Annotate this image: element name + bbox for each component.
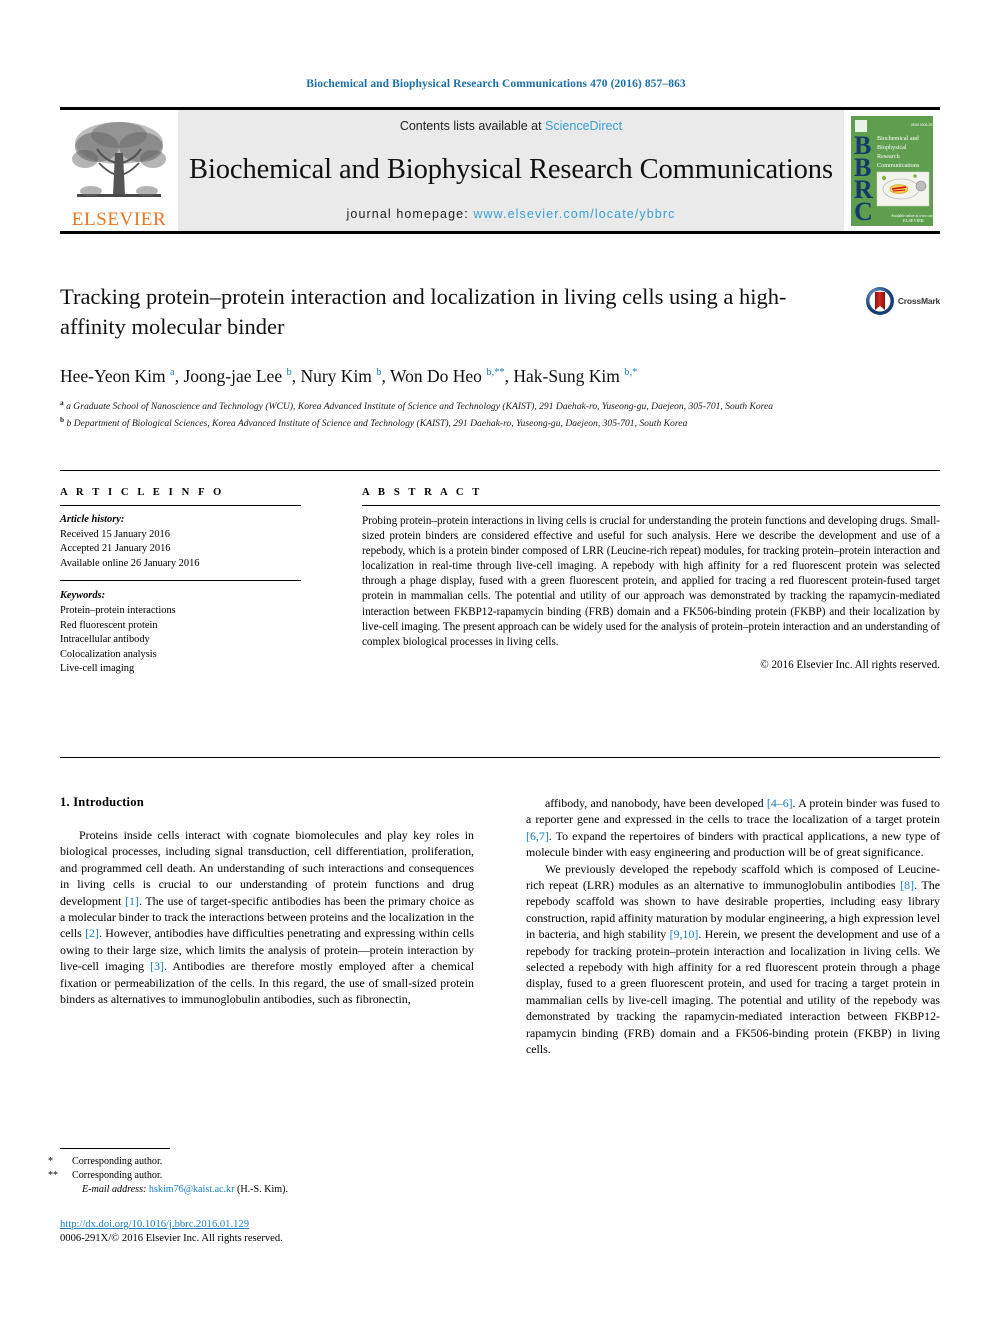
- crossmark-label: CrossMark: [897, 296, 940, 306]
- issn-copyright-line: 0006-291X/© 2016 Elsevier Inc. All right…: [60, 1233, 283, 1244]
- contents-prefix: Contents lists available at: [399, 119, 546, 133]
- body-column-left: 1. Introduction Proteins inside cells in…: [60, 795, 474, 1058]
- crossmark-icon: [865, 287, 894, 315]
- intro-paragraph-3: We previously developed the repebody sca…: [526, 861, 941, 1057]
- affiliation-b-text: b Department of Biological Sciences, Kor…: [66, 418, 688, 430]
- footnote-email-line: E-mail address: hskim76@kaist.ac.kr (H.-…: [60, 1183, 474, 1197]
- article-info-rule-mid: [60, 580, 301, 582]
- svg-text:C: C: [854, 197, 873, 226]
- abstract-column: A B S T R A C T Probing protein–protein …: [332, 487, 940, 677]
- article-history-label: Article history:: [60, 514, 125, 525]
- contents-available-line: Contents lists available at ScienceDirec…: [400, 119, 622, 133]
- title-block: Tracking protein–protein interaction and…: [60, 282, 940, 431]
- info-abstract-section: A R T I C L E I N F O Article history: R…: [60, 487, 940, 677]
- paper-page: Biochemical and Biophysical Research Com…: [0, 0, 992, 1323]
- svg-text:Biophysical: Biophysical: [877, 144, 907, 151]
- svg-text:Biochemical and: Biochemical and: [877, 135, 920, 142]
- doi-link[interactable]: http://dx.doi.org/10.1016/j.bbrc.2016.01…: [60, 1218, 474, 1232]
- journal-homepage-line: journal homepage: www.elsevier.com/locat…: [347, 207, 676, 221]
- author-list: Hee-Yeon Kim a, Joong-jae Lee b, Nury Ki…: [60, 365, 638, 386]
- abstract-heading: A B S T R A C T: [362, 487, 483, 498]
- history-received: Received 15 January 2016: [60, 528, 170, 540]
- keyword-item: Protein–protein interactions: [60, 604, 176, 616]
- svg-text:ELSEVIER: ELSEVIER: [903, 218, 924, 223]
- crossmark-badge[interactable]: CrossMark: [865, 286, 940, 316]
- journal-homepage-link[interactable]: www.elsevier.com/locate/ybbrc: [473, 207, 675, 221]
- abstract-copyright: © 2016 Elsevier Inc. All rights reserved…: [760, 658, 940, 671]
- keyword-item: Intracellular antibody: [60, 634, 150, 646]
- svg-text:Communications: Communications: [877, 162, 920, 169]
- email-owner: (H.-S. Kim).: [237, 1184, 289, 1196]
- article-info-rule-top: [60, 505, 301, 506]
- rule-under-authors: [60, 470, 940, 471]
- footnote-block: * Corresponding author. ** Corresponding a…: [48, 1148, 474, 1198]
- email-link[interactable]: hskim76@kaist.ac.kr: [149, 1184, 235, 1195]
- rule-below-abstract: [60, 757, 940, 758]
- body-columns: 1. Introduction Proteins inside cells in…: [60, 795, 940, 1058]
- journal-masthead: ELSEVIER Contents lists available at Sci…: [60, 107, 940, 234]
- journal-cover-thumbnail: ISSN 0006-291X B B R C Biochemical and B…: [844, 110, 940, 231]
- footnote-rule: [60, 1148, 170, 1149]
- elsevier-tree-icon: [72, 122, 166, 197]
- running-head: Biochemical and Biophysical Research Com…: [306, 78, 686, 90]
- intro-paragraph-2: affibody, and nanobody, have been develo…: [526, 796, 940, 860]
- affiliation-list: a a Graduate School of Nanoscience and T…: [60, 396, 922, 431]
- bbrc-cover-icon: ISSN 0006-291X B B R C Biochemical and B…: [851, 115, 933, 226]
- history-available-online: Available online 26 January 2016: [60, 557, 200, 569]
- email-address-label: E-mail address:: [82, 1184, 147, 1196]
- elsevier-wordmark: ELSEVIER: [71, 209, 167, 230]
- svg-text:ISSN 0006-291X: ISSN 0006-291X: [911, 123, 933, 127]
- masthead-bottom-rule: [60, 231, 940, 234]
- homepage-prefix: journal homepage:: [346, 207, 474, 221]
- intro-paragraph-1: Proteins inside cells interact with cogn…: [60, 828, 474, 1007]
- masthead-center: Contents lists available at ScienceDirec…: [178, 110, 844, 231]
- sciencedirect-link[interactable]: ScienceDirect: [545, 119, 622, 133]
- doi-block: http://dx.doi.org/10.1016/j.bbrc.2016.01…: [60, 1218, 474, 1246]
- body-column-right: affibody, and nanobody, have been develo…: [526, 795, 940, 1058]
- footnote-corresponding-1-text: Corresponding author.: [72, 1156, 163, 1167]
- keyword-item: Live-cell imaging: [60, 663, 135, 675]
- footnote-corresponding-2-text: Corresponding author.: [72, 1170, 163, 1182]
- footnote-marker-double-star: **: [48, 1170, 59, 1182]
- page-title: Tracking protein–protein interaction and…: [60, 284, 787, 339]
- footnote-corresponding-1: * Corresponding author.: [48, 1155, 474, 1169]
- footnote-corresponding-2: ** Corresponding author.: [48, 1169, 474, 1183]
- article-info-heading: A R T I C L E I N F O: [60, 487, 225, 498]
- history-accepted: Accepted 21 January 2016: [60, 543, 171, 555]
- affiliation-a: a a Graduate School of Nanoscience and T…: [60, 397, 774, 413]
- svg-text:Research: Research: [877, 153, 901, 160]
- keywords-label: Keywords:: [60, 590, 106, 602]
- affiliation-a-text: a Graduate School of Nanoscience and Tec…: [66, 401, 774, 413]
- abstract-text: Probing protein–protein interactions in …: [362, 515, 940, 648]
- abstract-rule: [362, 505, 940, 506]
- journal-title: Biochemical and Biophysical Research Com…: [189, 154, 833, 185]
- footnote-marker-single-star: *: [48, 1156, 54, 1167]
- article-info-column: A R T I C L E I N F O Article history: R…: [60, 487, 332, 677]
- affiliation-b: b b Department of Biological Sciences, K…: [60, 415, 688, 430]
- section-heading-introduction: 1. Introduction: [60, 795, 144, 809]
- keyword-item: Red fluorescent protein: [60, 619, 158, 631]
- keyword-item: Colocalization analysis: [60, 648, 157, 660]
- elsevier-logo: ELSEVIER: [60, 110, 178, 231]
